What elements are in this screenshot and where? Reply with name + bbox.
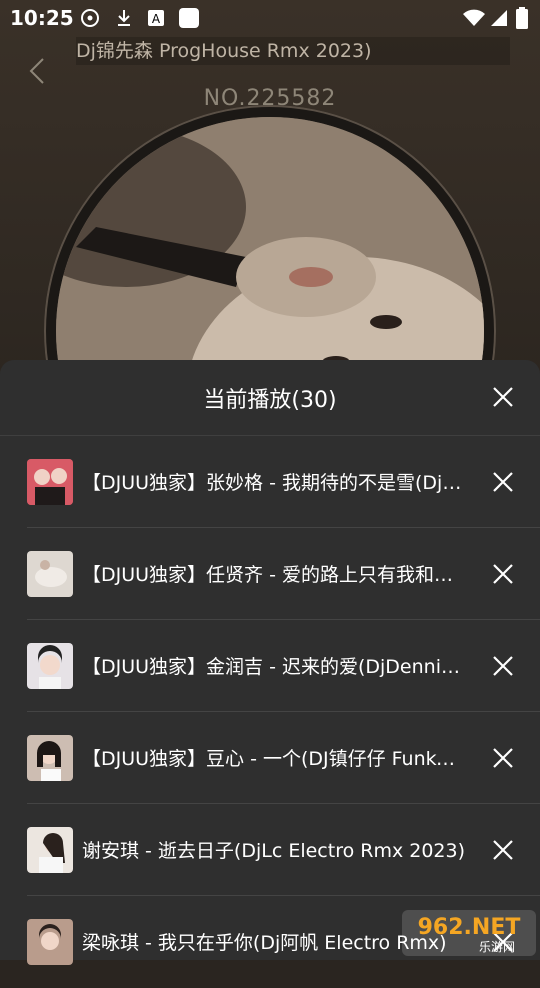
notification-icon xyxy=(179,8,199,28)
remove-icon[interactable] xyxy=(492,563,514,585)
remove-icon[interactable] xyxy=(492,747,514,769)
status-bar: 10:25 A xyxy=(0,0,540,36)
song-label: 【DJUU独家】张妙格 - 我期待的不是雪(DjLc Electro Rmx 2… xyxy=(82,472,466,494)
list-item[interactable]: 【DJUU独家】张妙格 - 我期待的不是雪(DjLc Electro Rmx 2… xyxy=(0,436,540,528)
playlist-sheet: 当前播放(30) 【DJUU独家】张妙格 - 我期待的不是雪(DjLc Elec… xyxy=(0,360,540,965)
back-icon[interactable] xyxy=(26,56,50,86)
status-time: 10:25 xyxy=(10,6,74,30)
song-thumbnail xyxy=(27,459,73,505)
download-icon xyxy=(118,10,130,26)
song-label: 【DJUU独家】豆心 - 一个(DJ镇仔仔 Funky Rmx) xyxy=(82,748,466,770)
song-label: 【DJUU独家】任贤齐 - 爱的路上只有我和你(Dj Rmx) xyxy=(82,564,466,586)
list-item[interactable]: 【DJUU独家】任贤齐 - 爱的路上只有我和你(Dj Rmx) xyxy=(0,528,540,620)
list-item[interactable]: 【DJUU独家】豆心 - 一个(DJ镇仔仔 Funky Rmx) xyxy=(0,712,540,804)
playlist-title: 当前播放(30) xyxy=(203,388,337,413)
wifi-icon xyxy=(463,9,485,26)
song-thumbnail xyxy=(27,919,73,965)
song-thumbnail xyxy=(27,551,73,597)
song-thumbnail xyxy=(27,735,73,781)
signal-icon xyxy=(491,10,507,26)
battery-icon xyxy=(516,7,528,29)
song-label: 【DJUU独家】金润吉 - 迟来的爱(DjDennis Rmx) xyxy=(82,656,466,678)
song-thumbnail xyxy=(27,643,73,689)
text-icon: A xyxy=(148,10,164,26)
remove-icon[interactable] xyxy=(492,471,514,493)
list-item[interactable]: 【DJUU独家】金润吉 - 迟来的爱(DjDennis Rmx) xyxy=(0,620,540,712)
remove-icon[interactable] xyxy=(492,839,514,861)
song-thumbnail xyxy=(27,827,73,873)
svg-text:A: A xyxy=(152,12,161,26)
remove-icon[interactable] xyxy=(492,655,514,677)
playlist-list: 【DJUU独家】张妙格 - 我期待的不是雪(DjLc Electro Rmx 2… xyxy=(0,436,540,988)
close-icon[interactable] xyxy=(492,386,514,408)
watermark-brand: 962.NET xyxy=(418,915,521,940)
song-label: 谢安琪 - 逝去日子(DjLc Electro Rmx 2023) xyxy=(82,840,466,862)
song-title: Dj锦先森 ProgHouse Rmx 2023) xyxy=(76,37,510,65)
cd-icon xyxy=(81,9,99,27)
watermark-logo: 962.NET 乐游网 xyxy=(402,910,536,956)
watermark-sub: 乐游网 xyxy=(479,940,515,954)
list-item[interactable]: 谢安琪 - 逝去日子(DjLc Electro Rmx 2023) xyxy=(0,804,540,896)
